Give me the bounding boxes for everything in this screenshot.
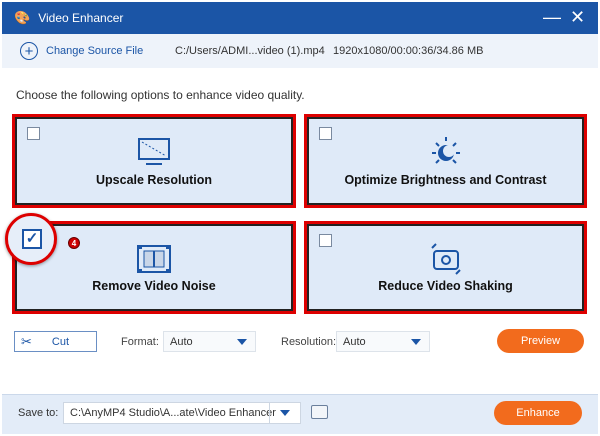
option-reduce-shaking[interactable]: Reduce Video Shaking [304, 221, 587, 314]
format-label: Format: [121, 336, 159, 348]
option-label: Remove Video Noise [92, 279, 216, 293]
highlight-circle: ✓ [5, 213, 57, 265]
option-label: Optimize Brightness and Contrast [344, 173, 547, 187]
enhance-button[interactable]: Enhance [494, 401, 582, 425]
intro-text: Choose the following options to enhance … [16, 88, 305, 102]
window-title: Video Enhancer [38, 11, 124, 25]
close-button[interactable]: ✕ [570, 8, 585, 26]
format-select[interactable]: Auto [163, 331, 256, 352]
resolution-select[interactable]: Auto [336, 331, 430, 352]
chevron-down-icon [237, 339, 247, 345]
save-path-select[interactable]: C:\AnyMP4 Studio\A...ate\Video Enhancer [63, 402, 301, 424]
source-bar: + Change Source File C:/Users/ADMI...vid… [2, 34, 598, 68]
checkbox[interactable] [319, 127, 332, 140]
format-value: Auto [170, 335, 193, 348]
preview-button[interactable]: Preview [497, 329, 584, 353]
stabilize-camera-icon [430, 243, 461, 275]
change-source-link[interactable]: Change Source File [46, 45, 143, 57]
resolution-value: Auto [343, 335, 366, 348]
source-info: 1920x1080/00:00:36/34.86 MB [333, 45, 484, 57]
minimize-button[interactable]: — [543, 8, 561, 26]
cut-label: Cut [51, 335, 70, 348]
scissors-icon: ✂ [21, 333, 32, 349]
chevron-down-icon [411, 339, 421, 345]
film-icon [137, 245, 171, 273]
source-path: C:/Users/ADMI...video (1).mp4 [175, 45, 325, 57]
option-label: Upscale Resolution [96, 173, 212, 187]
chevron-down-icon [280, 410, 290, 416]
save-path: C:\AnyMP4 Studio\A...ate\Video Enhancer [70, 407, 276, 419]
add-icon[interactable]: + [20, 42, 38, 60]
checkbox-checked[interactable]: ✓ [22, 229, 42, 249]
palette-icon: 🎨 [14, 10, 31, 25]
option-upscale-resolution[interactable]: Upscale Resolution [12, 114, 296, 208]
title-bar: 🎨 Video Enhancer — ✕ [2, 2, 598, 34]
resolution-label: Resolution: [281, 336, 337, 348]
cut-button[interactable]: ✂ Cut [14, 331, 97, 352]
option-label: Reduce Video Shaking [378, 279, 513, 293]
step-badge: 4 [68, 237, 80, 249]
checkbox[interactable] [319, 234, 332, 247]
folder-icon[interactable] [311, 405, 328, 419]
option-optimize-brightness[interactable]: Optimize Brightness and Contrast [304, 114, 587, 208]
brightness-icon [431, 137, 460, 164]
save-to-label: Save to: [18, 407, 59, 419]
checkbox[interactable] [27, 127, 40, 140]
upscale-monitor-icon [138, 138, 170, 165]
